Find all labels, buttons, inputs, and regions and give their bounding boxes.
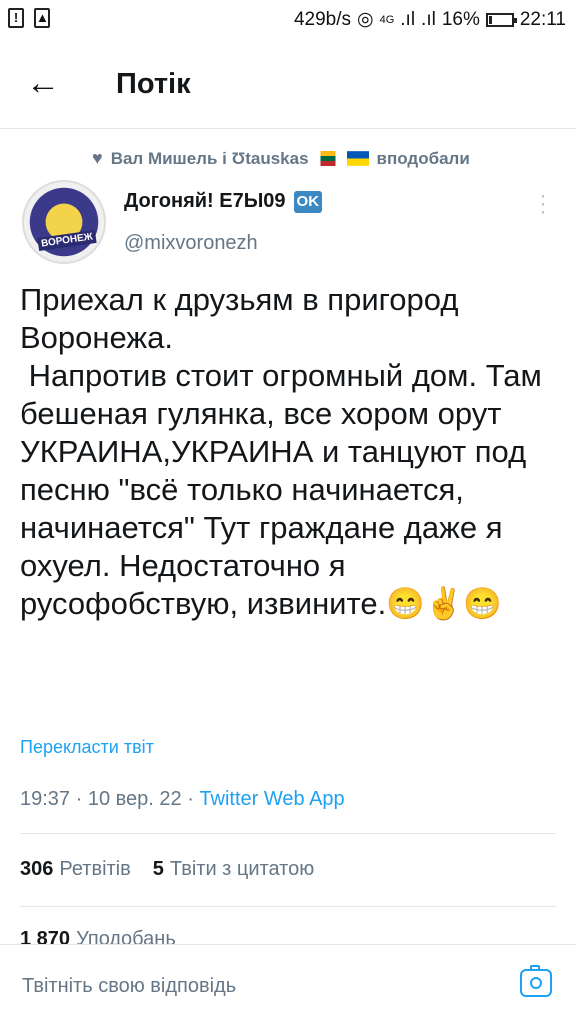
source-link[interactable]: Twitter Web App — [199, 788, 344, 810]
likes-stat[interactable]: 1 870 Уподобань — [20, 928, 176, 944]
signal-icon-2: .ıl — [421, 8, 436, 30]
back-arrow-icon[interactable]: ← — [26, 66, 60, 100]
avatar[interactable]: ВОРОНЕЖ — [22, 180, 106, 264]
divider — [20, 833, 556, 834]
battery-icon — [485, 12, 517, 27]
author-handle[interactable]: @mixvoronezh — [124, 232, 258, 255]
notification-icon: ! — [8, 8, 24, 28]
status-bar: ! ▲ 429b/s ◎ 4G .ıl .ıl 16% 22:11 — [0, 0, 576, 38]
ukraine-flag-icon — [346, 151, 369, 166]
signal-icon: .ıl — [400, 8, 416, 30]
retweets-stat[interactable]: 306 Ретвітів — [20, 858, 131, 881]
engagement-stats: 306 Ретвітів 5 Твіти з цитатою — [20, 858, 314, 881]
page-title: Потік — [116, 68, 191, 100]
social-context[interactable]: ♥ Вал Мишель і Ʊtauskas вподобали — [92, 148, 470, 169]
reply-input[interactable]: Твітніть свою відповідь — [22, 975, 236, 998]
heart-icon: ♥ — [92, 148, 103, 168]
lithuania-flag-icon — [320, 151, 336, 166]
quotes-stat[interactable]: 5 Твіти з цитатою — [153, 858, 314, 881]
camera-icon[interactable] — [520, 965, 552, 997]
author-name: Догоняй! Е7Ы09 — [124, 190, 286, 212]
signal-type: 4G — [379, 13, 395, 26]
top-app-bar: ← Потік — [0, 38, 576, 129]
image-notification-icon: ▲ — [34, 8, 50, 28]
ok-emoji-icon: OK — [293, 190, 323, 213]
tweet-meta: 19:37 · 10 вер. 22 · Twitter Web App — [20, 788, 345, 811]
reply-bar: Твітніть свою відповідь — [0, 944, 576, 1025]
battery-percent: 16% — [441, 8, 480, 30]
network-speed: 429b/s — [293, 8, 351, 30]
divider — [20, 906, 556, 907]
avatar-text: ВОРОНЕЖ — [37, 230, 97, 251]
translate-tweet-link[interactable]: Перекласти твіт — [20, 737, 154, 758]
timestamp: 19:37 · 10 вер. 22 · — [20, 788, 200, 810]
tweet-text: Приехал к друзьям в пригород Воронежа. Н… — [20, 282, 542, 621]
more-options-icon[interactable]: · · · — [536, 186, 550, 222]
liked-label: вподобали — [376, 148, 470, 168]
liked-by-names: Вал Мишель і Ʊtauskas — [110, 148, 309, 168]
hotspot-icon: ◎ — [356, 9, 374, 30]
author-name-row[interactable]: Догоняй! Е7Ы09 OK — [124, 190, 323, 213]
clock: 22:11 — [519, 8, 566, 30]
